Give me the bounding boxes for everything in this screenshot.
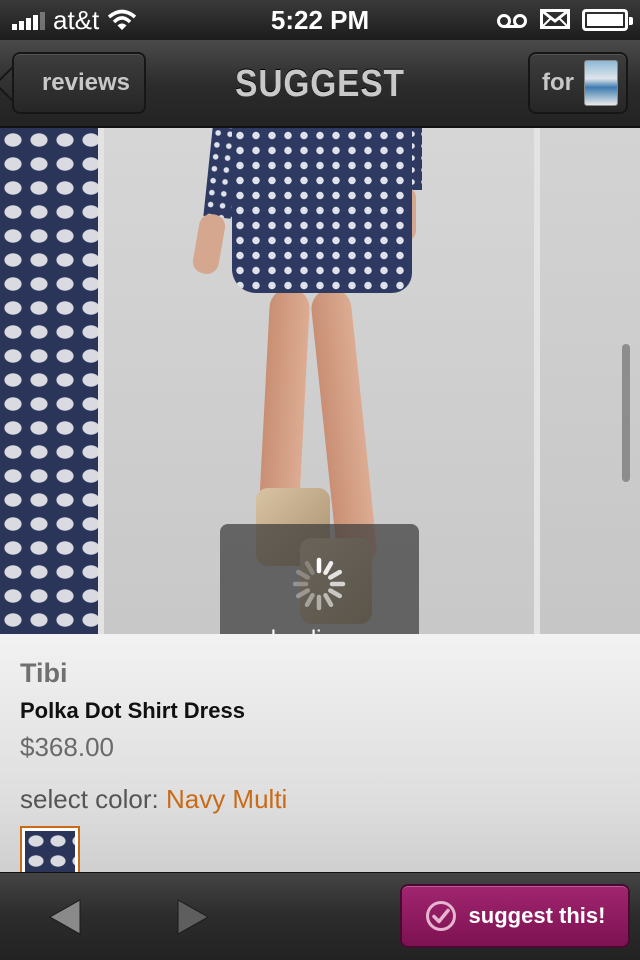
nav-bar: SUGGEST reviews for [0, 40, 640, 128]
spinner-icon [291, 556, 347, 612]
arrow-right-icon [177, 899, 210, 935]
previous-button[interactable] [44, 895, 88, 939]
status-right [496, 5, 633, 36]
suggest-button[interactable]: suggest this! [400, 884, 630, 948]
product-brand: Tibi [20, 658, 68, 688]
product-image-carousel[interactable]: loading... [0, 128, 640, 634]
next-button[interactable] [170, 895, 214, 939]
wifi-icon [107, 9, 137, 31]
loading-overlay: loading... [220, 524, 419, 634]
avatar [584, 60, 618, 106]
battery-icon [582, 9, 633, 31]
suggest-button-label: suggest this! [468, 903, 606, 928]
color-swatch-navy-multi[interactable] [20, 826, 80, 872]
carrier-name: at&t [53, 4, 100, 35]
recipient-label: for [542, 69, 574, 96]
color-swatch-pattern [25, 831, 75, 872]
arrow-left-icon [48, 899, 81, 935]
checkmark-circle-icon [425, 900, 457, 932]
loading-text: loading... [220, 626, 419, 634]
polka-dot-dress [232, 128, 412, 293]
back-button[interactable]: reviews [12, 52, 146, 114]
model-arm [190, 212, 228, 276]
product-price: $368.00 [20, 732, 114, 762]
recipient-button[interactable]: for [528, 52, 628, 114]
status-left: at&t [12, 5, 137, 36]
signal-icon [12, 10, 45, 30]
bottom-toolbar: suggest this! [0, 872, 640, 960]
product-details: Tibi Polka Dot Shirt Dress $368.00 selec… [0, 634, 640, 872]
color-selector: select color: Navy Multi [20, 782, 620, 816]
scroll-indicator [622, 344, 630, 482]
product-image-previous[interactable] [0, 128, 98, 634]
voicemail-icon [496, 5, 528, 36]
status-bar: at&t 5:22 PM [0, 0, 640, 40]
selected-color: Navy Multi [165, 784, 288, 814]
color-label: select color: [20, 784, 159, 814]
product-name: Polka Dot Shirt Dress [20, 698, 245, 723]
mail-icon [540, 5, 570, 36]
